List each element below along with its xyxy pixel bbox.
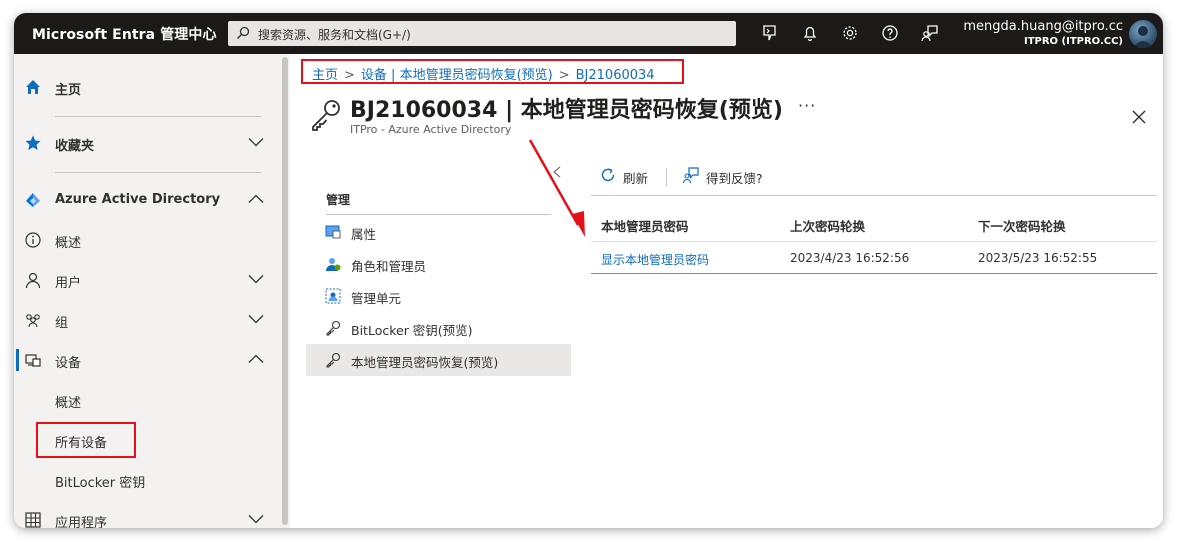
menu-item-bitlocker[interactable]: BitLocker 密钥(预览) (306, 312, 571, 344)
feedback-label: 得到反馈? (706, 171, 763, 186)
page-title: BJ21060034 | 本地管理员密码恢复(预览) (350, 98, 783, 123)
info-icon (25, 232, 41, 248)
portal-window: Microsoft Entra 管理中心 搜索资源、服务和文档(G+/) men… (14, 13, 1163, 528)
devices-icon (25, 354, 41, 367)
nav-home[interactable]: 主页 (14, 67, 276, 107)
search-icon (237, 26, 250, 39)
key-icon (312, 100, 340, 131)
nav-devices-overview[interactable]: 概述 (14, 380, 276, 420)
nav-devices-label: 设备 (55, 356, 82, 371)
column-header: 本地管理员密码 (601, 219, 689, 234)
key-icon (326, 320, 341, 336)
star-icon (25, 135, 41, 150)
last-rotation-cell: 2023/4/23 16:52:56 (790, 251, 910, 265)
avatar-image (1133, 26, 1153, 48)
azure-ad-icon (26, 193, 40, 207)
search-input[interactable]: 搜索资源、服务和文档(G+/) (228, 21, 736, 46)
avatar[interactable] (1129, 20, 1157, 48)
menu-item-label: 本地管理员密码恢复(预览) (351, 355, 499, 370)
main-content: 主页 > 设备 | 本地管理员密码恢复(预览) > BJ21060034 BJ21060… (290, 54, 1163, 528)
menu-section-title: 管理 (326, 193, 351, 207)
nav-home-label: 主页 (55, 83, 82, 98)
nav-divider (55, 116, 261, 117)
roles-icon (326, 258, 341, 271)
left-nav: 主页 收藏夹 Azure Active Directory 概述 用户 组 设备… (14, 54, 276, 528)
refresh-icon (601, 168, 615, 182)
menu-item-properties[interactable]: 属性 (306, 216, 571, 248)
toolbar-separator (666, 168, 667, 186)
apps-icon (25, 512, 41, 528)
chevron-down-icon[interactable] (248, 514, 264, 524)
menu-item-label: BitLocker 密钥(预览) (351, 323, 473, 338)
user-icon (25, 272, 41, 289)
bell-icon[interactable] (800, 23, 820, 43)
cloud-shell-icon[interactable] (760, 23, 780, 43)
admin-units-icon (325, 288, 341, 304)
command-bar: 刷新 得到反馈? (591, 154, 1157, 196)
nav-users-label: 用户 (55, 276, 82, 291)
show-password-link[interactable]: 显示本地管理员密码 (601, 251, 709, 268)
page-subtitle: ITPro - Azure Active Directory (350, 123, 512, 136)
chevron-down-icon[interactable] (248, 314, 264, 324)
nav-aad-label: Azure Active Directory (55, 192, 221, 207)
menu-divider (326, 214, 551, 215)
next-rotation-cell: 2023/5/23 16:52:55 (978, 251, 1098, 265)
search-placeholder: 搜索资源、服务和文档(G+/) (258, 28, 411, 42)
feedback-icon[interactable] (920, 23, 940, 43)
refresh-label: 刷新 (623, 171, 649, 186)
scrollbar-thumb[interactable] (282, 57, 288, 525)
chevron-up-icon[interactable] (248, 354, 264, 364)
chevron-up-icon[interactable] (248, 194, 264, 204)
user-tenant[interactable]: ITPRO (ITPRO.CC) (1024, 36, 1123, 47)
gear-icon[interactable] (840, 23, 860, 43)
home-icon (26, 80, 40, 94)
brand-title[interactable]: Microsoft Entra 管理中心 (32, 24, 217, 44)
nav-aad[interactable]: Azure Active Directory (14, 180, 276, 220)
nav-favorites-label: 收藏夹 (55, 139, 95, 154)
column-header: 上次密码轮换 (790, 219, 866, 234)
nav-users[interactable]: 用户 (14, 260, 276, 300)
menu-item-admin-units[interactable]: 管理单元 (306, 280, 571, 312)
nav-apps-label: 应用程序 (55, 516, 108, 528)
properties-icon (325, 225, 341, 239)
nav-groups-label: 组 (55, 316, 69, 331)
menu-item-roles[interactable]: 角色和管理员 (306, 248, 571, 280)
more-options-button[interactable]: ··· (798, 96, 816, 115)
menu-item-label: 管理单元 (351, 291, 402, 306)
nav-overview-label: 概述 (55, 236, 82, 251)
highlight-box (36, 422, 136, 458)
highlight-box (301, 59, 684, 84)
chevron-down-icon[interactable] (248, 274, 264, 284)
chevron-down-icon[interactable] (248, 137, 264, 147)
key-icon (326, 352, 341, 368)
nav-devices-overview-label: 概述 (55, 396, 82, 411)
menu-item-label: 角色和管理员 (351, 259, 427, 274)
header-divider (591, 241, 1157, 242)
nav-divider (55, 172, 261, 173)
user-name[interactable]: mengda.huang@itpro.cc (963, 19, 1123, 34)
feedback-icon (682, 167, 699, 184)
column-header: 下一次密码轮换 (978, 219, 1066, 234)
top-bar: Microsoft Entra 管理中心 搜索资源、服务和文档(G+/) men… (14, 13, 1163, 54)
menu-item-label: 属性 (351, 227, 377, 242)
nav-overview[interactable]: 概述 (14, 220, 276, 260)
menu-item-laps[interactable]: 本地管理员密码恢复(预览) (306, 344, 571, 376)
nav-bitlocker-label: BitLocker 密钥 (55, 476, 146, 491)
nav-favorites[interactable]: 收藏夹 (14, 123, 276, 163)
help-icon[interactable] (880, 23, 900, 43)
nav-groups[interactable]: 组 (14, 300, 276, 340)
nav-apps[interactable]: 应用程序 (14, 500, 276, 528)
row-divider (591, 273, 1157, 274)
group-icon (26, 314, 40, 328)
collapse-menu-icon[interactable] (552, 166, 562, 178)
close-icon[interactable] (1132, 110, 1146, 124)
nav-bitlocker[interactable]: BitLocker 密钥 (14, 460, 276, 500)
nav-devices[interactable]: 设备 (14, 340, 276, 380)
